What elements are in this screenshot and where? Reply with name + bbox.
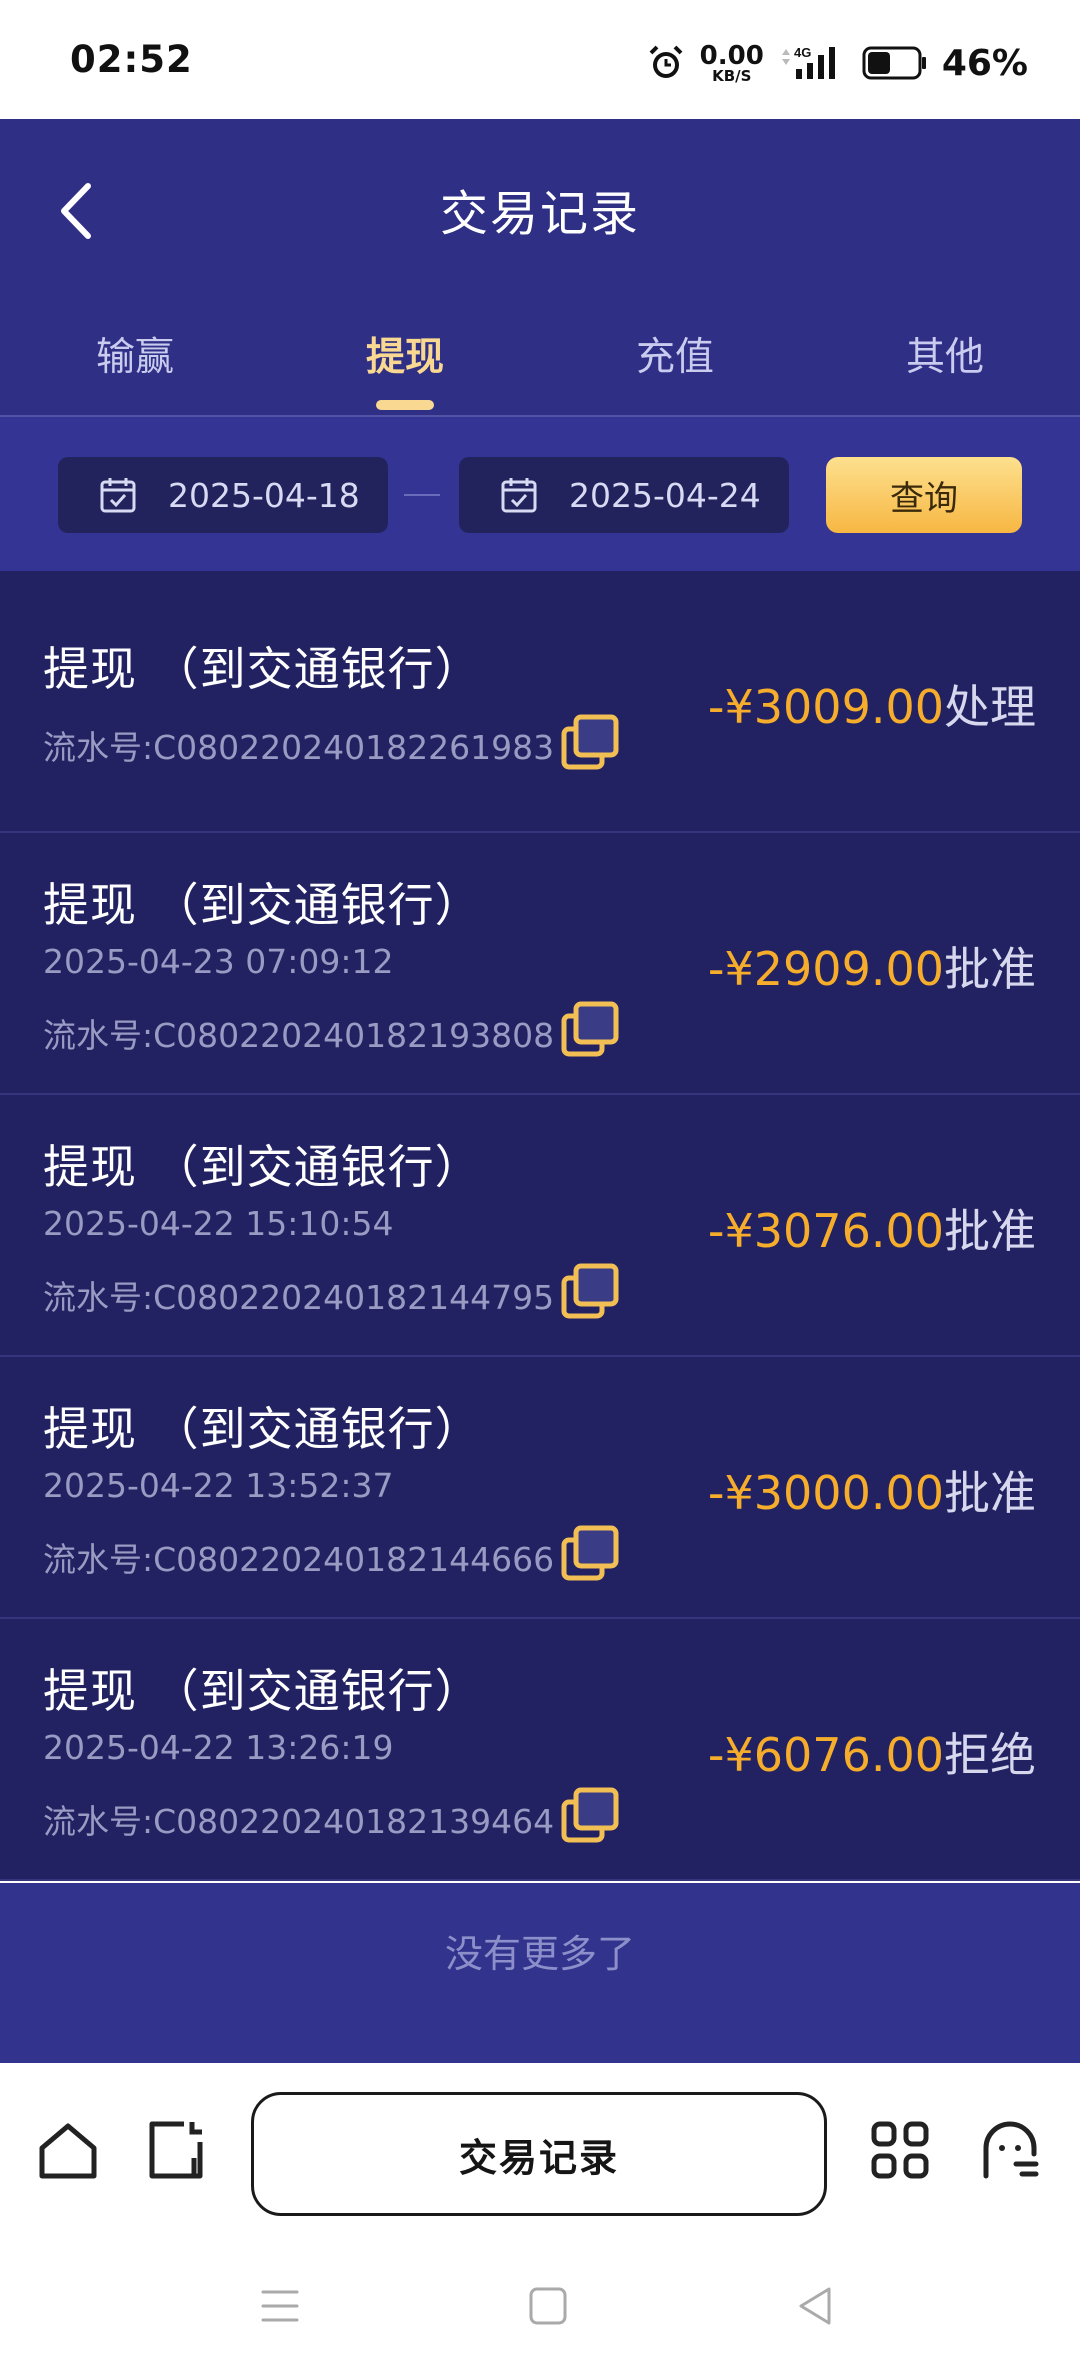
record-title: 提现 （到交通银行）	[43, 1140, 482, 1194]
record-serial: 流水号:C080220240182144666	[43, 1540, 555, 1579]
status-right: 0.00 KB/S 4G 46%	[646, 38, 1028, 88]
end-date-field[interactable]: 2025-04-24	[459, 457, 789, 533]
tab-label: 输赢	[95, 335, 174, 380]
tab-label: 提现	[365, 335, 444, 380]
menu-icon[interactable]	[257, 2283, 303, 2329]
record-status: 批准	[944, 1466, 1036, 1520]
end-date-value: 2025-04-24	[569, 475, 761, 515]
record-amount-status: -¥6076.00拒绝	[708, 1719, 1036, 1785]
status-bar: 02:52 0.00 KB/S 4G 46%	[0, 0, 1080, 119]
tab-win-loss[interactable]: 输赢	[0, 294, 270, 416]
record-status: 拒绝	[944, 1728, 1036, 1782]
record-serial: 流水号:C080220240182144795	[43, 1278, 555, 1317]
status-time: 02:52	[70, 38, 193, 81]
battery-icon	[862, 46, 926, 80]
home-square-icon[interactable]	[525, 2283, 571, 2329]
no-more-footer: 没有更多了	[0, 1883, 1080, 2063]
active-tab-indicator	[376, 400, 434, 410]
record-serial: 流水号:C080220240182193808	[43, 1016, 555, 1055]
copy-icon[interactable]	[560, 713, 620, 773]
record-list: 提现 （到交通银行） 流水号:C080220240182261983 -¥300…	[0, 571, 1080, 1881]
screen: 02:52 0.00 KB/S 4G 46% 交易记录 输赢 提现 充值 其他 …	[0, 0, 1080, 2376]
copy-icon[interactable]	[560, 1000, 620, 1060]
battery-percent: 46%	[941, 42, 1028, 84]
copy-icon[interactable]	[560, 1262, 620, 1322]
record-status: 处理	[944, 680, 1036, 734]
system-nav-bar	[0, 2253, 1080, 2376]
record-amount: -¥3000.00	[707, 1466, 944, 1520]
record-status: 批准	[944, 1204, 1036, 1258]
record-amount: -¥6076.00	[707, 1728, 944, 1782]
calendar-icon	[100, 478, 136, 513]
record-date: 2025-04-22 15:10:54	[43, 1204, 394, 1243]
home-icon[interactable]	[36, 2118, 100, 2182]
tabs-icon[interactable]	[144, 2118, 208, 2182]
copy-icon[interactable]	[560, 1524, 620, 1584]
record-amount-status: -¥3009.00处理	[708, 671, 1036, 737]
start-date-value: 2025-04-18	[168, 475, 360, 515]
list-item[interactable]: 提现 （到交通银行） 2025-04-23 07:09:12 流水号:C0802…	[0, 833, 1080, 1095]
record-amount-status: -¥3076.00批准	[708, 1195, 1036, 1261]
record-serial: 流水号:C080220240182261983	[43, 728, 555, 767]
tab-label: 充值	[635, 335, 714, 380]
tab-label: 其他	[905, 335, 984, 380]
net-speed-unit: KB/S	[712, 66, 752, 85]
net-speed-value: 0.00	[699, 40, 764, 71]
record-amount: -¥3009.00	[707, 680, 944, 734]
record-title: 提现 （到交通银行）	[43, 878, 482, 932]
page-title: 交易记录	[439, 186, 640, 242]
start-date-field[interactable]: 2025-04-18	[58, 457, 388, 533]
signal-icon: 4G	[781, 45, 835, 79]
list-item[interactable]: 提现 （到交通银行） 2025-04-22 13:26:19 流水号:C0802…	[0, 1619, 1080, 1881]
bottom-nav: 交易记录	[0, 2063, 1080, 2253]
date-filter-bar: 2025-04-18 2025-04-24 查询	[0, 417, 1080, 571]
list-item[interactable]: 提现 （到交通银行） 流水号:C080220240182261983 -¥300…	[0, 571, 1080, 833]
no-more-text: 没有更多了	[444, 1932, 635, 1976]
record-amount: -¥3076.00	[707, 1204, 944, 1258]
record-status: 批准	[944, 942, 1036, 996]
record-amount-status: -¥3000.00批准	[708, 1457, 1036, 1523]
record-date: 2025-04-22 13:52:37	[43, 1466, 394, 1505]
alarm-icon	[649, 45, 683, 78]
back-triangle-icon[interactable]	[793, 2283, 839, 2329]
record-title: 提现 （到交通银行）	[43, 642, 482, 696]
list-item[interactable]: 提现 （到交通银行） 2025-04-22 13:52:37 流水号:C0802…	[0, 1357, 1080, 1619]
record-serial: 流水号:C080220240182139464	[43, 1802, 555, 1841]
svg-text:4G: 4G	[794, 45, 811, 60]
net-speed: 0.00 KB/S	[700, 43, 764, 84]
record-amount: -¥2909.00	[707, 942, 944, 996]
record-date: 2025-04-23 07:09:12	[43, 942, 394, 981]
assistant-icon[interactable]	[978, 2118, 1042, 2182]
record-title: 提现 （到交通银行）	[43, 1402, 482, 1456]
tab-deposit[interactable]: 充值	[540, 294, 810, 416]
copy-icon[interactable]	[560, 1786, 620, 1846]
tab-other[interactable]: 其他	[810, 294, 1080, 416]
date-separator	[404, 494, 440, 496]
query-button[interactable]: 查询	[826, 457, 1022, 533]
list-item[interactable]: 提现 （到交通银行） 2025-04-22 15:10:54 流水号:C0802…	[0, 1095, 1080, 1357]
page-header: 交易记录 输赢 提现 充值 其他	[0, 119, 1080, 417]
record-title: 提现 （到交通银行）	[43, 1664, 482, 1718]
record-amount-status: -¥2909.00批准	[708, 933, 1036, 999]
apps-grid-icon[interactable]	[868, 2118, 932, 2182]
tab-bar: 输赢 提现 充值 其他	[0, 294, 1080, 416]
calendar-icon	[501, 478, 537, 513]
record-date: 2025-04-22 13:26:19	[43, 1728, 394, 1767]
active-page-pill[interactable]: 交易记录	[251, 2092, 827, 2216]
tab-withdraw[interactable]: 提现	[270, 294, 540, 416]
